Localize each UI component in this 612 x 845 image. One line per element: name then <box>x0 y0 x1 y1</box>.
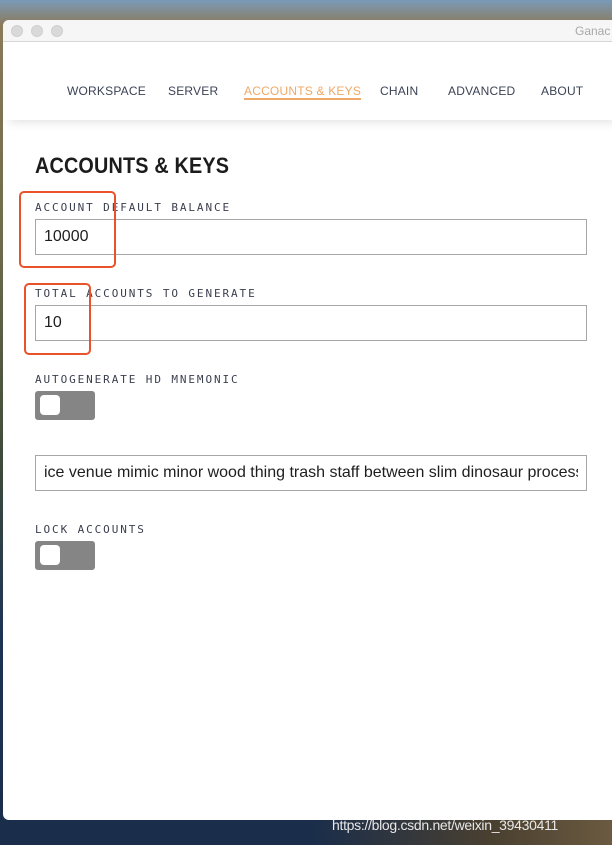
page-title: ACCOUNTS & KEYS <box>35 153 230 178</box>
lock-accounts-toggle[interactable] <box>35 541 95 570</box>
lock-accounts-label: LOCK ACCOUNTS <box>35 523 146 536</box>
tab-server[interactable]: SERVER <box>168 84 218 98</box>
total-accounts-input[interactable] <box>35 305 587 341</box>
default-balance-input[interactable] <box>35 219 587 255</box>
app-window: Ganac WORKSPACE SERVER ACCOUNTS & KEYS C… <box>3 20 612 820</box>
tab-chain[interactable]: CHAIN <box>380 84 418 98</box>
tab-workspace[interactable]: WORKSPACE <box>67 84 146 98</box>
zoom-window-button[interactable] <box>51 25 63 37</box>
default-balance-label: ACCOUNT DEFAULT BALANCE <box>35 201 232 214</box>
title-bar: Ganac <box>3 20 612 42</box>
close-window-button[interactable] <box>11 25 23 37</box>
toggle-knob <box>40 395 60 415</box>
window-title: Ganac <box>575 24 611 38</box>
tab-advanced[interactable]: ADVANCED <box>448 84 515 98</box>
autogenerate-mnemonic-toggle[interactable] <box>35 391 95 420</box>
mnemonic-input[interactable] <box>35 455 587 491</box>
tab-accounts-keys[interactable]: ACCOUNTS & KEYS <box>244 84 362 100</box>
top-nav: WORKSPACE SERVER ACCOUNTS & KEYS CHAIN A… <box>3 42 612 120</box>
total-accounts-label: TOTAL ACCOUNTS TO GENERATE <box>35 287 257 300</box>
toggle-knob <box>40 545 60 565</box>
autogenerate-mnemonic-label: AUTOGENERATE HD MNEMONIC <box>35 373 240 386</box>
tab-about[interactable]: ABOUT <box>541 84 583 98</box>
minimize-window-button[interactable] <box>31 25 43 37</box>
watermark: https://blog.csdn.net/weixin_39430411 <box>332 817 559 833</box>
